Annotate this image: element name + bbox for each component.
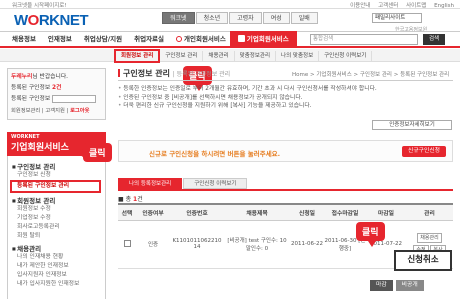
lnb-item-logo[interactable]: 회사로고등록관리 [12,223,101,232]
registered-count: 2건 [52,85,62,91]
family-site-select[interactable]: 패밀리사이트 [372,13,422,23]
lnb-item-proposed[interactable]: 내가 제안한 인재정보 [12,262,101,271]
col-apply-date: 신청일 [290,203,324,221]
lnb-group-job[interactable]: 구인정보 관리 [12,161,101,171]
hiring-manage-button[interactable]: 채용관리 [417,233,442,243]
member-info-link[interactable]: 회원정보관리 [11,108,40,114]
description-item: 등록한 인증정보는 인증일로 부터 2개월간 유효하며, 기간 초과 시 다시 … [118,85,453,94]
private-button[interactable]: 비공개 [395,280,424,291]
submenu-custom-info[interactable]: 맞춤정보관리 [235,50,277,61]
top-links: 이용안내 고객센터 사이트맵 English [344,1,454,9]
lnb-item-applied[interactable]: 내가 입사지원한 인재정보 [12,280,101,289]
tab-my-registered[interactable]: 나의 등록정보관리 [118,178,183,189]
cell-cert-no: K1101011062210 14 [170,220,224,269]
registered-label: 등록된 구인정보 [11,85,51,91]
top-link-sitemap[interactable]: 사이트맵 [406,3,426,9]
tab-worknet[interactable]: 워크넷 [162,12,195,24]
tab-daily[interactable]: 일배 [290,12,318,24]
building-icon [237,34,245,42]
menu-jobs[interactable]: 채용정보 [6,33,42,46]
cell-title[interactable]: [비공개] test 구인수: 10 말인수: 0 [224,220,290,269]
cell-status: 인증 [136,220,170,269]
tab-apply-history[interactable]: 구인신청 이력보기 [183,178,248,189]
table-header-row: 선택 인증여부 인증번호 채용제목 신청일 접수마감일 마감일 관리 [118,203,453,221]
notice-text: 신규로 구인신청을 하시려면 버튼을 눌러주세요. [149,150,281,158]
cancel-application-button[interactable]: 신청취소 [394,250,452,271]
menu-corporate-service[interactable]: 기업회원서비스 [229,30,297,48]
lnb-item-withdraw[interactable]: 회원 탈퇴 [12,232,101,241]
col-deadline: 접수마감일 [324,203,366,221]
notice-box: 신규로 구인신청을 하시려면 버튼을 눌러주세요. 신규구인신청 [118,140,453,162]
menu-talent[interactable]: 인재정보 [42,33,78,46]
tab-senior[interactable]: 고령자 [229,12,262,24]
col-title: 채용제목 [224,203,290,221]
col-close-date: 마감일 [366,203,406,221]
search-button[interactable]: 검색 [423,34,445,45]
lnb-group-member[interactable]: 회원정보 관리 [12,195,101,205]
top-utility-bar: 워크넷을 시작페이지로! 이용안내 고객센터 사이트맵 English [0,0,460,9]
search-input[interactable]: 통합검색 [310,34,418,45]
col-select: 선택 [118,203,136,221]
lnb-item-hiring-status[interactable]: 나의 인재채용 현황 [12,253,101,262]
breadcrumb: Home > 기업회원서비스 > 구인정보 관리 > 등록된 구인정보 관리 [292,72,450,78]
col-cert-no: 인증번호 [170,203,224,221]
total-count: ■ 총 1건 [118,196,143,203]
menu-personal-service[interactable]: 개인회원서비스 [170,33,232,46]
lnb-item-registered[interactable]: 등록된 구인정보 관리 [10,180,101,193]
cell-apply-date: 2011-06-22 [290,220,324,269]
user-name: 두레누리 [11,74,33,80]
row-checkbox[interactable] [123,239,131,247]
tabs-underline [118,189,453,191]
logout-link[interactable]: 로그아웃 [70,108,90,114]
col-cert-status: 인증여부 [136,203,170,221]
worknet-logo[interactable]: WORKNET [14,12,89,29]
start-page-link[interactable]: 워크넷을 시작페이지로! [12,1,67,9]
lnb-group-hiring[interactable]: 채용관리 [12,243,101,253]
cert-detail-button[interactable]: 인증정보자세히보기 [372,120,452,130]
left-nav: 구인정보 관리 구인정보 신청 등록된 구인정보 관리 회원정보 관리 회원정보… [7,156,106,299]
click-callout-cancel: 클릭 [356,222,385,247]
tab-youth[interactable]: 청소년 [195,12,229,24]
lnb-item-applicants[interactable]: 입사지원자 인재정보 [12,271,101,280]
description-item: 더욱 편리한 신규 구인신청을 지원하기 위해 [복사] 기능을 제공하고 있습… [118,102,453,111]
submenu-hiring[interactable]: 채용관리 [203,50,235,61]
bottom-buttons: 마감 비공개 [367,280,424,291]
col-manage: 관리 [406,203,453,221]
description-item: 인증된 구인정보 중 [비공개]를 선택하시면 채용정보가 공개되지 않습니다. [118,94,453,103]
menu-resources[interactable]: 취업자료실 [128,33,170,46]
menu-counseling[interactable]: 취업상담/지원 [78,33,128,46]
site-tabs: 워크넷 청소년 고령자 여성 일배 [162,12,319,24]
top-link-guide[interactable]: 이용안내 [350,3,370,9]
submenu-my-custom[interactable]: 나의 맞춤정보 [276,50,320,61]
page-title: 구인정보 관리 | 등록된 구인정보 관리 [118,68,230,79]
submenu-history[interactable]: 구인신청 이력보기 [319,50,373,61]
lnb-item-edit-member[interactable]: 회원정보 수정 [12,205,101,214]
top-link-support[interactable]: 고객센터 [378,3,398,9]
description-list: 등록한 인증정보는 인증일로 부터 2개월간 유효하며, 기간 초과 시 다시 … [118,85,453,111]
submenu-job-info[interactable]: 구인정보 관리 [160,50,204,61]
support-link[interactable]: 고객지원 [45,108,65,114]
registered-select[interactable] [52,94,97,103]
content-tabs: 나의 등록정보관리 구인신청 이력보기 [118,178,248,189]
submenu: 회원정보 관리 구인정보 관리 채용관리 맞춤정보관리 나의 맞춤정보 구인신청… [114,48,373,63]
close-job-button[interactable]: 마감 [370,280,393,291]
submenu-member-info[interactable]: 회원정보 관리 [114,48,161,63]
click-callout-lnb: 클릭 [77,143,112,162]
title-divider [118,80,453,81]
login-box: 두레누리님 반갑습니다. 등록된 구인정보 2건 등록된 구인정보 회원정보관리… [7,68,106,120]
person-icon [176,35,183,42]
new-job-button[interactable]: 신규구인신청 [402,146,446,157]
lnb-item-apply[interactable]: 구인정보 신청 [12,171,101,180]
tab-women[interactable]: 여성 [262,12,290,24]
top-link-english[interactable]: English [434,3,454,9]
lnb-item-edit-company[interactable]: 기업정보 수정 [12,214,101,223]
